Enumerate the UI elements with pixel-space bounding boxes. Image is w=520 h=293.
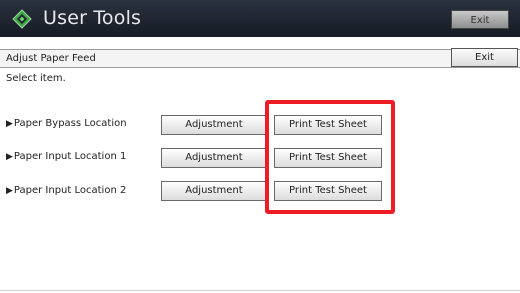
exit-button-top[interactable]: Exit (451, 10, 509, 29)
app-title: User Tools (43, 7, 142, 29)
row-label-paper-bypass: ▶Paper Bypass Location (6, 118, 127, 129)
triangle-bullet-icon: ▶ (6, 186, 13, 196)
adjustment-button-paper-input-2[interactable]: Adjustment (161, 181, 267, 201)
row-label-paper-input-1: ▶Paper Input Location 1 (6, 151, 127, 162)
triangle-bullet-icon: ▶ (6, 152, 13, 162)
row-label-paper-input-2: ▶Paper Input Location 2 (6, 185, 127, 196)
divider (0, 290, 520, 291)
title-bar: User Tools Exit (0, 0, 520, 37)
instruction-text: Select item. (6, 73, 66, 84)
diamond-logo-icon (12, 9, 32, 29)
adjustment-button-paper-bypass[interactable]: Adjustment (161, 115, 267, 135)
sub-header: Adjust Paper Feed (0, 49, 520, 68)
exit-button[interactable]: Exit (451, 48, 518, 67)
triangle-bullet-icon: ▶ (6, 119, 13, 129)
highlight-box (265, 100, 395, 214)
page-title: Adjust Paper Feed (6, 53, 96, 64)
adjustment-button-paper-input-1[interactable]: Adjustment (161, 148, 267, 168)
